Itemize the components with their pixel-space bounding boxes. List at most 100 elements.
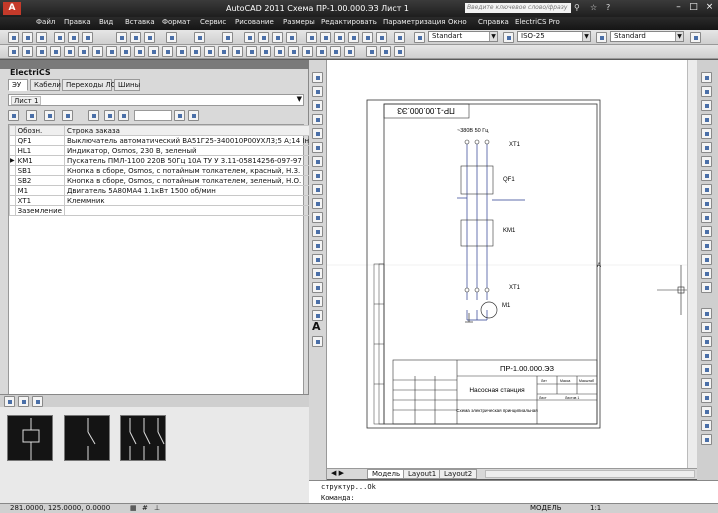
tool-1-icon[interactable]: [8, 46, 19, 57]
multiline-text-icon[interactable]: A: [312, 320, 321, 333]
tool-17-icon[interactable]: [232, 46, 243, 57]
stretch-icon[interactable]: [701, 184, 712, 195]
select-icon[interactable]: [104, 110, 115, 121]
binoculars-icon[interactable]: [88, 110, 99, 121]
copy-object-icon[interactable]: [701, 86, 712, 97]
menu-draw[interactable]: Рисование: [235, 18, 274, 26]
spline-icon[interactable]: [312, 184, 323, 195]
sheet-select[interactable]: Лист 1 ▼: [8, 94, 304, 106]
minimize-icon[interactable]: –: [673, 2, 684, 13]
mirror-icon[interactable]: [701, 100, 712, 111]
add-icon[interactable]: [44, 110, 55, 121]
electrics-tool-4-icon[interactable]: [701, 350, 712, 361]
electrics-tool-7-icon[interactable]: [701, 392, 712, 403]
menu-insert[interactable]: Вставка: [125, 18, 155, 26]
table-style-select[interactable]: Standard ▼: [610, 31, 684, 42]
zoom-window-icon[interactable]: [272, 32, 283, 43]
extend-icon[interactable]: [701, 212, 712, 223]
polygon-icon[interactable]: [312, 114, 323, 125]
delete-icon[interactable]: [62, 110, 73, 121]
text-style-select[interactable]: Standart ▼: [428, 31, 498, 42]
match-icon[interactable]: [166, 32, 177, 43]
text-style-icon[interactable]: [414, 32, 425, 43]
app-logo-icon[interactable]: A: [3, 2, 21, 15]
tool-22-icon[interactable]: [302, 46, 313, 57]
tool-24-icon[interactable]: [330, 46, 341, 57]
explode-icon[interactable]: [701, 282, 712, 293]
tool-20-icon[interactable]: [274, 46, 285, 57]
symbol-view-icon[interactable]: [32, 396, 43, 407]
electrics-tool-5-icon[interactable]: [701, 364, 712, 375]
make-block-icon[interactable]: [312, 240, 323, 251]
insert-block-icon[interactable]: [312, 226, 323, 237]
snap-icon[interactable]: ▦: [130, 504, 137, 512]
component-icon[interactable]: [8, 110, 19, 121]
electrics-tool-9-icon[interactable]: [701, 420, 712, 431]
open-icon[interactable]: [22, 32, 33, 43]
tool-15-icon[interactable]: [204, 46, 215, 57]
star-icon[interactable]: ☆: [590, 3, 597, 12]
rotate-icon[interactable]: [701, 156, 712, 167]
menu-help[interactable]: Справка: [478, 18, 509, 26]
break-icon[interactable]: [701, 226, 712, 237]
point-icon[interactable]: [312, 254, 323, 265]
paste-icon[interactable]: [144, 32, 155, 43]
tool-18-icon[interactable]: [246, 46, 257, 57]
help-toolbar-icon[interactable]: [394, 32, 405, 43]
tab-cables[interactable]: Кабели: [30, 79, 61, 91]
rectangle-icon[interactable]: [312, 128, 323, 139]
tab-layout2[interactable]: Layout2: [439, 469, 478, 479]
tab-buses[interactable]: Шины: [114, 79, 140, 91]
coil-symbol-preview[interactable]: [7, 415, 53, 461]
new-icon[interactable]: [8, 32, 19, 43]
preview-icon[interactable]: [68, 32, 79, 43]
tool-10-icon[interactable]: [134, 46, 145, 57]
electrics-tool-8-icon[interactable]: [701, 406, 712, 417]
tool-palettes-icon[interactable]: [334, 32, 345, 43]
tool-27-icon[interactable]: [380, 46, 391, 57]
erase-icon[interactable]: [701, 72, 712, 83]
annotation-scale[interactable]: 1:1: [590, 504, 601, 512]
maximize-icon[interactable]: □: [688, 2, 699, 13]
electrics-tool-10-icon[interactable]: [701, 434, 712, 445]
undo-icon[interactable]: [194, 32, 205, 43]
electrics-tool-2-icon[interactable]: [701, 322, 712, 333]
tool-2-icon[interactable]: [22, 46, 33, 57]
tool-14-icon[interactable]: [190, 46, 201, 57]
array-icon[interactable]: [701, 128, 712, 139]
tool-7-icon[interactable]: [92, 46, 103, 57]
ortho-icon[interactable]: ⊥: [154, 504, 160, 512]
copy-icon[interactable]: [130, 32, 141, 43]
save-icon[interactable]: [36, 32, 47, 43]
model-space-label[interactable]: МОДЕЛЬ: [530, 504, 562, 512]
zoom-previous-icon[interactable]: [286, 32, 297, 43]
tool-16-icon[interactable]: [218, 46, 229, 57]
command-line[interactable]: структур...Ok Команда:: [309, 480, 718, 503]
arc-icon[interactable]: [312, 142, 323, 153]
pan-icon[interactable]: [244, 32, 255, 43]
grid-view-icon[interactable]: [4, 396, 15, 407]
properties-icon[interactable]: [306, 32, 317, 43]
tab-model[interactable]: Модель: [367, 469, 406, 479]
menu-view[interactable]: Вид: [99, 18, 113, 26]
grid-icon[interactable]: #: [142, 504, 148, 512]
move-icon[interactable]: [701, 142, 712, 153]
contact-symbol-preview[interactable]: [64, 415, 110, 461]
dim-style-select[interactable]: ISO-25 ▼: [517, 31, 591, 42]
filter-icon[interactable]: [26, 110, 37, 121]
help-icon[interactable]: ?: [606, 3, 610, 12]
publish-icon[interactable]: [82, 32, 93, 43]
multileader-style-icon[interactable]: [690, 32, 701, 43]
horizontal-scrollbar[interactable]: [485, 470, 695, 478]
menu-modify[interactable]: Редактировать: [321, 18, 377, 26]
tool-28-icon[interactable]: [394, 46, 405, 57]
tab-eu[interactable]: ЭУ: [8, 79, 28, 91]
construction-line-icon[interactable]: [312, 86, 323, 97]
line-icon[interactable]: [312, 72, 323, 83]
apply-icon[interactable]: [174, 110, 185, 121]
tool-6-icon[interactable]: [78, 46, 89, 57]
join-icon[interactable]: [701, 240, 712, 251]
find-input[interactable]: [134, 110, 172, 121]
trim-icon[interactable]: [701, 198, 712, 209]
close-icon[interactable]: ×: [704, 2, 715, 13]
